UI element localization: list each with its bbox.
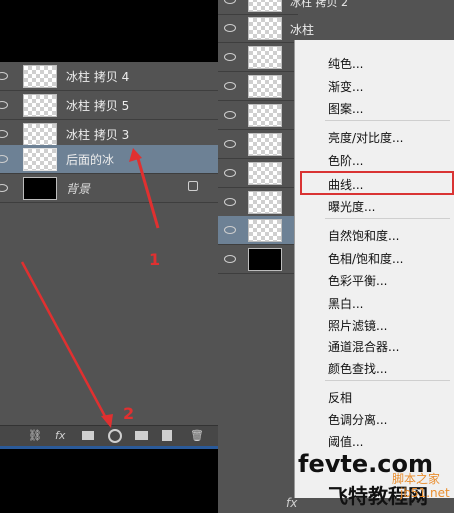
annotation-arrows [20,148,160,428]
watermark-jb51: jb51.net [400,486,450,500]
annotation-label-1: 1 [149,250,161,269]
arrowhead-1 [129,148,142,162]
arrow-1 [135,154,160,229]
arrowhead-2 [101,414,113,428]
annotation-label-2: 2 [123,404,135,423]
arrow-2 [20,261,109,421]
